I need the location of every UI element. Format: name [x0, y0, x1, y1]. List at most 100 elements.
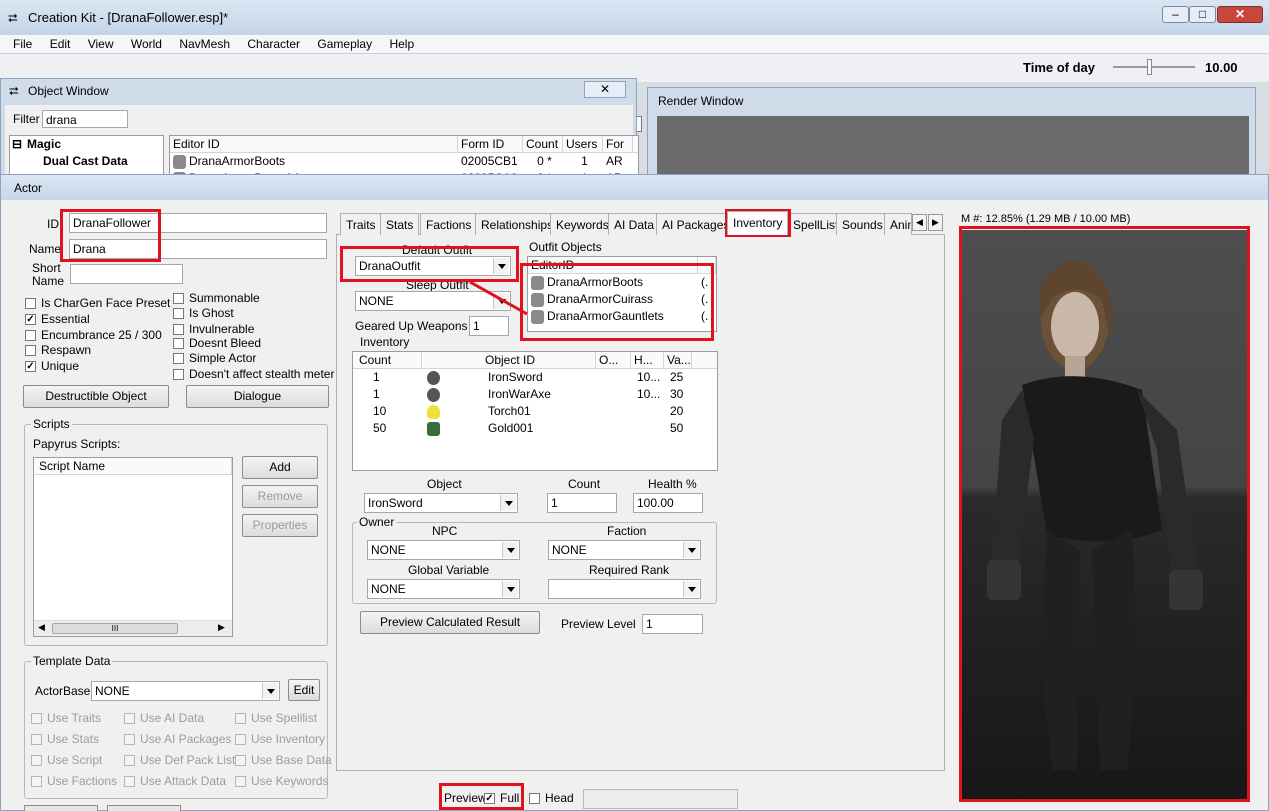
close-button[interactable]: ✕ — [1217, 6, 1263, 23]
required-rank-select[interactable] — [548, 579, 701, 599]
menu-navmesh[interactable]: NavMesh — [179, 37, 230, 51]
tab-scroll-right[interactable]: ▶ — [928, 214, 943, 231]
object-window-close[interactable]: ✕ — [584, 81, 626, 98]
col-editor-id[interactable]: Editor ID — [170, 136, 458, 152]
inventory-list[interactable]: Count Object ID O... H... Va... 1 IronSwo… — [352, 351, 718, 471]
flag-checkbox-respawn[interactable]: Respawn — [25, 343, 91, 357]
tab-anim[interactable]: Anim — [884, 213, 912, 235]
checkbox-box[interactable] — [173, 292, 184, 304]
chevron-down-icon[interactable] — [502, 542, 518, 558]
col-users[interactable]: Users — [563, 136, 603, 152]
script-list-hscroll[interactable]: ◀ III ▶ — [34, 620, 232, 636]
inventory-row[interactable]: 1 IronWarAxe 10... 30 — [353, 386, 717, 403]
checkbox-box[interactable] — [173, 323, 184, 335]
tree-item-magic[interactable]: Magic — [24, 136, 61, 153]
checkbox-box[interactable] — [25, 344, 36, 356]
time-slider-thumb[interactable] — [1147, 59, 1152, 75]
filter-input[interactable]: drana — [42, 110, 128, 128]
script-list[interactable]: Script Name ◀ III ▶ — [33, 457, 233, 637]
flag-checkbox-simple-actor[interactable]: Simple Actor — [173, 351, 256, 365]
time-of-day-slider[interactable] — [1113, 59, 1195, 75]
minimize-button[interactable]: – — [1162, 6, 1189, 23]
faction-select[interactable]: NONE — [548, 540, 701, 560]
npc-select[interactable]: NONE — [367, 540, 520, 560]
col-inv-v[interactable]: Va... — [664, 352, 692, 368]
chevron-down-icon[interactable] — [502, 581, 518, 597]
checkbox-box[interactable] — [173, 307, 184, 319]
flag-checkbox-essential[interactable]: ✓ Essential — [25, 312, 90, 326]
destructible-object-button[interactable]: Destructible Object — [23, 385, 169, 408]
flag-checkbox-doesnt-bleed[interactable]: Doesnt Bleed — [173, 336, 261, 350]
preview-calculated-result-button[interactable]: Preview Calculated Result — [360, 611, 540, 634]
dialogue-button[interactable]: Dialogue — [186, 385, 329, 408]
object-select[interactable]: IronSword — [364, 493, 518, 513]
flag-checkbox-is-chargen-face-preset[interactable]: Is CharGen Face Preset — [25, 296, 170, 310]
tab-factions[interactable]: Factions — [420, 213, 478, 235]
tree-item-dual-cast-data[interactable]: Dual Cast Data — [40, 153, 128, 170]
global-variable-select[interactable]: NONE — [367, 579, 520, 599]
menu-character[interactable]: Character — [247, 37, 300, 51]
inventory-row[interactable]: 1 IronSword 10... 25 — [353, 369, 717, 386]
menu-world[interactable]: World — [131, 37, 162, 51]
count-input[interactable]: 1 — [547, 493, 617, 513]
tab-stats[interactable]: Stats — [380, 213, 420, 235]
add-script-button[interactable]: Add — [242, 456, 318, 479]
col-for[interactable]: For — [603, 136, 633, 152]
menu-file[interactable]: File — [13, 37, 32, 51]
scroll-right-icon[interactable]: ▶ — [218, 622, 225, 633]
menu-edit[interactable]: Edit — [50, 37, 71, 51]
chevron-down-icon[interactable] — [500, 495, 516, 511]
col-count[interactable]: Count — [523, 136, 563, 152]
flag-checkbox-summonable[interactable]: Summonable — [173, 291, 260, 305]
flag-checkbox-unique[interactable]: ✓ Unique — [25, 359, 79, 373]
chevron-down-icon[interactable] — [683, 542, 699, 558]
checkbox-box[interactable] — [173, 337, 184, 349]
flag-checkbox-invulnerable[interactable]: Invulnerable — [173, 322, 254, 336]
head-checkbox-box[interactable] — [529, 792, 540, 804]
tab-inventory[interactable]: Inventory — [727, 211, 789, 235]
inventory-row[interactable]: 10 Torch01 20 — [353, 403, 717, 420]
col-inv-h[interactable]: H... — [631, 352, 664, 368]
health-input[interactable]: 100.00 — [633, 493, 703, 513]
checkbox-box[interactable] — [173, 368, 184, 380]
checkbox-box[interactable] — [25, 329, 36, 341]
tab-ai-data[interactable]: AI Data — [608, 213, 661, 235]
col-inv-o[interactable]: O... — [596, 352, 631, 368]
geared-up-weapons-input[interactable]: 1 — [469, 316, 509, 336]
maximize-button[interactable]: □ — [1189, 6, 1216, 23]
checkbox-box[interactable] — [25, 297, 36, 309]
preview-level-input[interactable]: 1 — [642, 614, 703, 634]
chevron-down-icon[interactable] — [493, 293, 509, 309]
col-inv-object-id[interactable]: Object ID — [422, 352, 596, 368]
menu-view[interactable]: View — [88, 37, 114, 51]
bottom-left-button-1[interactable] — [24, 805, 98, 811]
col-script-name[interactable]: Script Name — [34, 458, 232, 474]
col-form-id[interactable]: Form ID — [458, 136, 523, 152]
scroll-left-icon[interactable]: ◀ — [38, 622, 45, 633]
inventory-row[interactable]: 50 Gold001 50 — [353, 420, 717, 437]
template-edit-button[interactable]: Edit — [288, 679, 320, 701]
tree-expander-icon[interactable]: ⊟ — [10, 136, 24, 153]
tab-keywords[interactable]: Keywords — [550, 213, 615, 235]
scroll-thumb[interactable]: III — [52, 623, 178, 634]
sleep-outfit-select[interactable]: NONE — [355, 291, 511, 311]
tab-traits[interactable]: Traits — [340, 213, 382, 235]
flag-checkbox-encumbrance-25-300[interactable]: Encumbrance 25 / 300 — [25, 328, 162, 342]
table-row[interactable]: DranaArmorBoots 02005CB1 0 * 1 AR — [170, 153, 638, 170]
preview-slider-track[interactable] — [583, 789, 738, 809]
chevron-down-icon[interactable] — [683, 581, 699, 597]
bottom-left-button-2[interactable] — [107, 805, 181, 811]
checkbox-box[interactable]: ✓ — [25, 360, 36, 372]
col-inv-count[interactable]: Count — [353, 352, 422, 368]
tab-ai-packages[interactable]: AI Packages — [656, 213, 736, 235]
tab-relationships[interactable]: Relationships — [475, 213, 560, 235]
tab-sounds[interactable]: Sounds — [836, 213, 889, 235]
checkbox-box[interactable]: ✓ — [25, 313, 36, 325]
flag-checkbox-doesn-t-affect-stealth-meter[interactable]: Doesn't affect stealth meter — [173, 367, 334, 381]
menu-gameplay[interactable]: Gameplay — [317, 37, 372, 51]
flag-checkbox-is-ghost[interactable]: Is Ghost — [173, 306, 234, 320]
checkbox-box[interactable] — [173, 352, 184, 364]
actorbase-select[interactable]: NONE — [91, 681, 280, 701]
short-name-input[interactable] — [70, 264, 183, 284]
chevron-down-icon[interactable] — [262, 683, 278, 699]
